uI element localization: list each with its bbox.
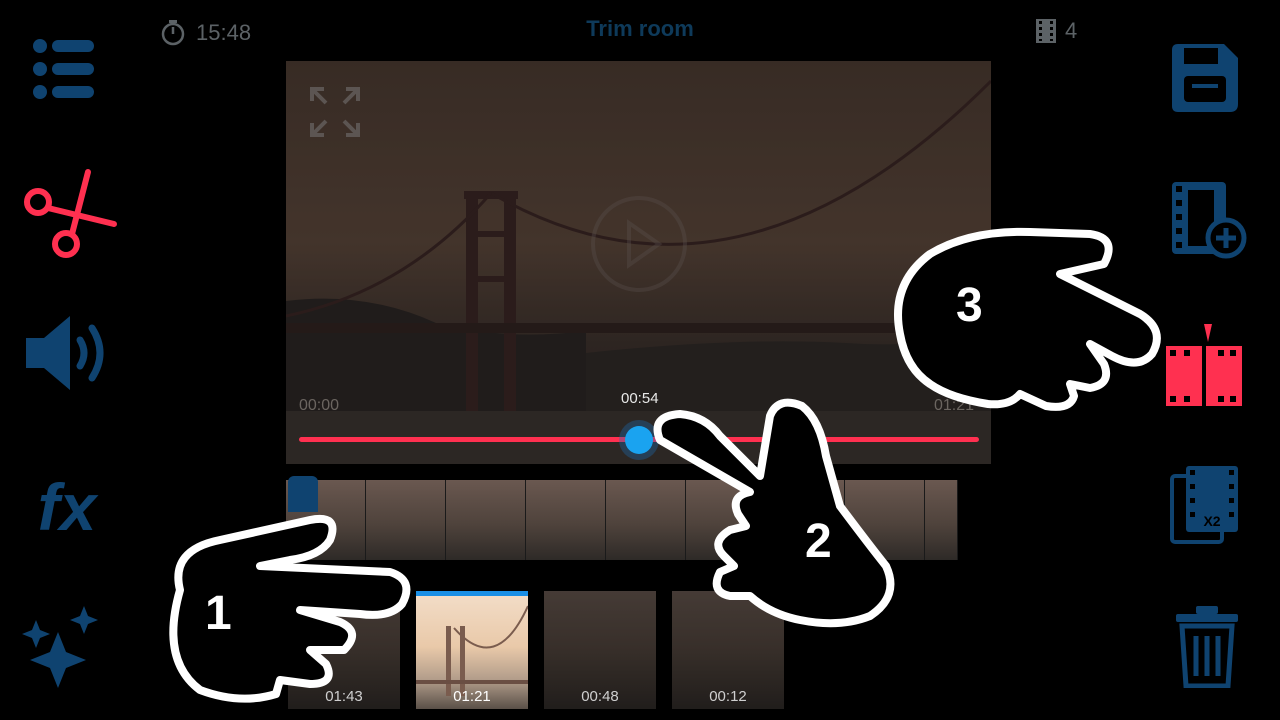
menu-button[interactable] [28,36,98,102]
fx-icon: fx [37,470,97,544]
clip-counter: 4 [1035,18,1077,44]
start-time: 00:00 [299,397,340,414]
clip-duration: 01:43 [325,688,363,705]
film-split-icon [1166,324,1242,408]
tutorial-hand-3 [894,227,1161,411]
add-clip-button[interactable] [1168,180,1248,260]
sparkles-icon [22,606,98,688]
speaker-icon [26,316,104,390]
clip-duration: 00:48 [581,688,619,705]
duplicate-button[interactable]: X2 [1170,464,1242,544]
menu-list-icon [33,39,94,99]
tutorial-hand-1 [169,515,411,703]
film-add-icon [1172,182,1247,259]
floppy-disk-icon [1172,44,1238,112]
tutorial-step-3: 3 [956,279,983,332]
split-button[interactable] [1164,322,1244,408]
clip-thumbnail-selected[interactable]: 01:21 [416,591,528,709]
effects-button[interactable]: fx [24,470,110,544]
fullscreen-icon[interactable] [310,87,360,137]
filmstrip-frame [925,480,958,560]
trim-tool-button[interactable] [22,168,118,260]
stopwatch-icon [161,20,185,46]
filmstrip-frame [445,480,526,560]
clip-count: 4 [1065,18,1078,43]
clip-thumbnail[interactable]: 00:48 [544,591,656,709]
clip-duration: 00:12 [709,688,747,705]
tutorial-step-1: 1 [205,587,232,640]
tutorial-hand-2 [653,398,895,628]
audio-button[interactable] [24,312,114,394]
seek-handle[interactable] [625,426,653,454]
clip-duration: 01:21 [453,688,491,705]
save-button[interactable] [1168,42,1240,114]
scissors-icon [24,169,117,258]
session-timer: 15:48 [160,18,251,48]
film-icon [1036,19,1056,43]
magic-button[interactable] [20,604,110,690]
film-duplicate-icon: X2 [1170,466,1238,544]
trash-icon [1176,606,1238,688]
duplicate-label: X2 [1203,513,1220,529]
delete-button[interactable] [1174,604,1240,688]
tutorial-step-2: 2 [805,515,832,568]
filmstrip-frame [525,480,606,560]
page-title: Trim room [586,16,694,41]
timer-value: 15:48 [196,20,252,45]
